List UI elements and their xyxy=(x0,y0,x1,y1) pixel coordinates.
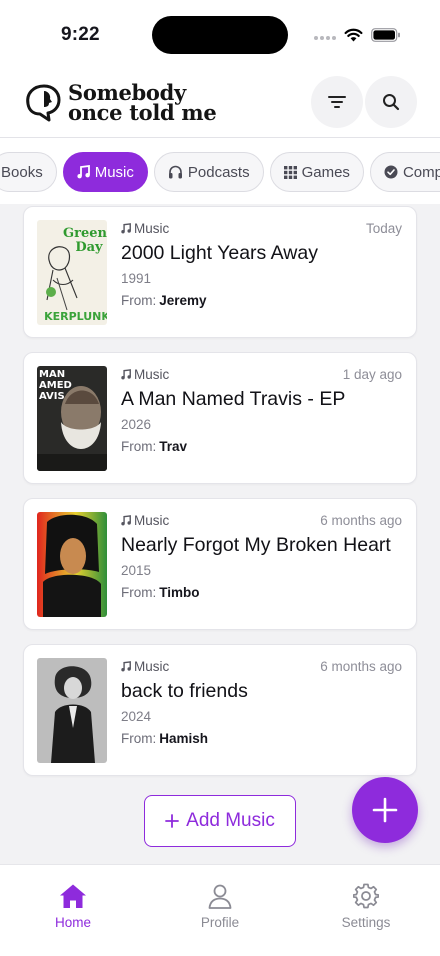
album-cover xyxy=(37,512,107,617)
music-note-icon xyxy=(121,223,131,234)
from-name: Hamish xyxy=(159,731,209,746)
nav-label: Profile xyxy=(200,915,240,930)
item-year: 1991 xyxy=(121,271,152,286)
filter-icon xyxy=(328,96,346,108)
recommended-by: From: Trav xyxy=(121,439,187,454)
tab-label: Podcasts xyxy=(187,163,250,181)
tab-games[interactable]: Games xyxy=(269,152,364,192)
list-item[interactable]: Music 6 months ago back to friends 2024 … xyxy=(23,644,417,776)
item-year: 2024 xyxy=(121,709,152,724)
add-music-label: Add Music xyxy=(186,810,275,831)
from-label: From: xyxy=(121,293,157,308)
battery-icon xyxy=(371,28,400,42)
list-item[interactable]: MAN AMED AVIS Music 1 day ago A Man Name… xyxy=(23,352,417,484)
category-tabs: Books Music Podcasts Games Comp xyxy=(0,138,440,204)
dynamic-island xyxy=(152,16,288,54)
item-year: 2026 xyxy=(121,417,152,432)
person-icon xyxy=(208,884,232,909)
nav-settings[interactable]: Settings xyxy=(316,883,416,930)
category-label: Music xyxy=(121,221,169,236)
svg-text:AVIS: AVIS xyxy=(39,391,65,402)
category-text: Music xyxy=(134,221,170,236)
timestamp: 6 months ago xyxy=(320,513,402,528)
check-circle-icon xyxy=(384,165,398,179)
search-icon xyxy=(383,94,400,111)
from-name: Trav xyxy=(159,439,188,454)
recommended-by: From: Timbo xyxy=(121,585,200,600)
item-title: back to friends xyxy=(121,680,248,702)
grid-icon xyxy=(283,165,297,179)
headphones-icon xyxy=(168,165,183,179)
plus-icon xyxy=(165,814,180,828)
from-name: Jeremy xyxy=(159,293,207,308)
svg-text:KERPLUNK: KERPLUNK xyxy=(44,310,107,323)
album-cover: Green Day KERPLUNK xyxy=(37,220,107,325)
item-title: 2000 Light Years Away xyxy=(121,242,318,264)
filter-button[interactable] xyxy=(311,76,363,128)
app-logo[interactable]: Somebody once told me xyxy=(22,82,217,125)
svg-text:MAN: MAN xyxy=(39,369,65,380)
svg-text:AMED: AMED xyxy=(39,380,72,391)
album-cover xyxy=(37,658,107,763)
item-title: A Man Named Travis - EP xyxy=(121,388,346,410)
nav-label: Home xyxy=(54,915,91,930)
tab-completed[interactable]: Completed xyxy=(369,152,440,192)
nav-home[interactable]: Home xyxy=(23,883,123,930)
home-icon xyxy=(60,884,86,908)
from-label: From: xyxy=(121,731,157,746)
music-note-icon xyxy=(121,661,131,672)
from-label: From: xyxy=(121,439,157,454)
tab-label: Books xyxy=(1,163,43,181)
floating-add-button[interactable] xyxy=(352,777,418,843)
wifi-icon xyxy=(344,28,363,42)
item-title: Nearly Forgot My Broken Heart xyxy=(121,534,391,556)
timestamp: 1 day ago xyxy=(342,367,402,382)
item-year: 2015 xyxy=(121,563,152,578)
album-cover: MAN AMED AVIS xyxy=(37,366,107,471)
music-note-icon xyxy=(77,165,90,179)
app-header: Somebody once told me xyxy=(0,64,440,138)
bottom-nav: Home Profile Settings xyxy=(0,864,440,956)
from-name: Timbo xyxy=(159,585,200,600)
svg-text:Day: Day xyxy=(75,240,103,255)
timestamp: 6 months ago xyxy=(320,659,402,674)
tab-label: Games xyxy=(301,163,350,181)
add-music-button[interactable]: Add Music xyxy=(144,795,296,847)
category-text: Music xyxy=(134,367,170,382)
app-logo-text: Somebody once told me xyxy=(68,82,217,125)
logo-line2: once told me xyxy=(68,100,217,125)
status-time: 9:22 xyxy=(61,24,100,45)
tab-podcasts[interactable]: Podcasts xyxy=(153,152,264,192)
speech-head-logo-icon xyxy=(26,84,61,122)
recommended-by: From: Hamish xyxy=(121,731,208,746)
gear-icon xyxy=(353,883,379,909)
from-label: From: xyxy=(121,585,157,600)
music-note-icon xyxy=(121,369,131,380)
status-bar: 9:22 xyxy=(0,0,440,64)
search-button[interactable] xyxy=(365,76,417,128)
recommended-by: From: Jeremy xyxy=(121,293,207,308)
category-text: Music xyxy=(134,659,170,674)
status-icons xyxy=(314,25,401,45)
timestamp: Today xyxy=(365,221,402,236)
list-item[interactable]: Music 6 months ago Nearly Forgot My Brok… xyxy=(23,498,417,630)
signal-icon xyxy=(314,36,336,40)
list-item[interactable]: Green Day KERPLUNK Music Today 2000 Ligh… xyxy=(23,206,417,338)
category-label: Music xyxy=(121,513,169,528)
nav-label: Settings xyxy=(341,915,391,930)
plus-icon xyxy=(372,797,398,823)
recommendation-list: Green Day KERPLUNK Music Today 2000 Ligh… xyxy=(0,204,440,864)
category-label: Music xyxy=(121,367,169,382)
category-text: Music xyxy=(134,513,170,528)
nav-profile[interactable]: Profile xyxy=(170,883,270,930)
svg-text:Green: Green xyxy=(63,226,107,241)
tab-label: Music xyxy=(94,163,134,181)
tab-label: Completed xyxy=(402,163,440,181)
music-note-icon xyxy=(121,515,131,526)
tab-books[interactable]: Books xyxy=(0,152,57,192)
category-label: Music xyxy=(121,659,169,674)
tab-music[interactable]: Music xyxy=(62,152,148,192)
